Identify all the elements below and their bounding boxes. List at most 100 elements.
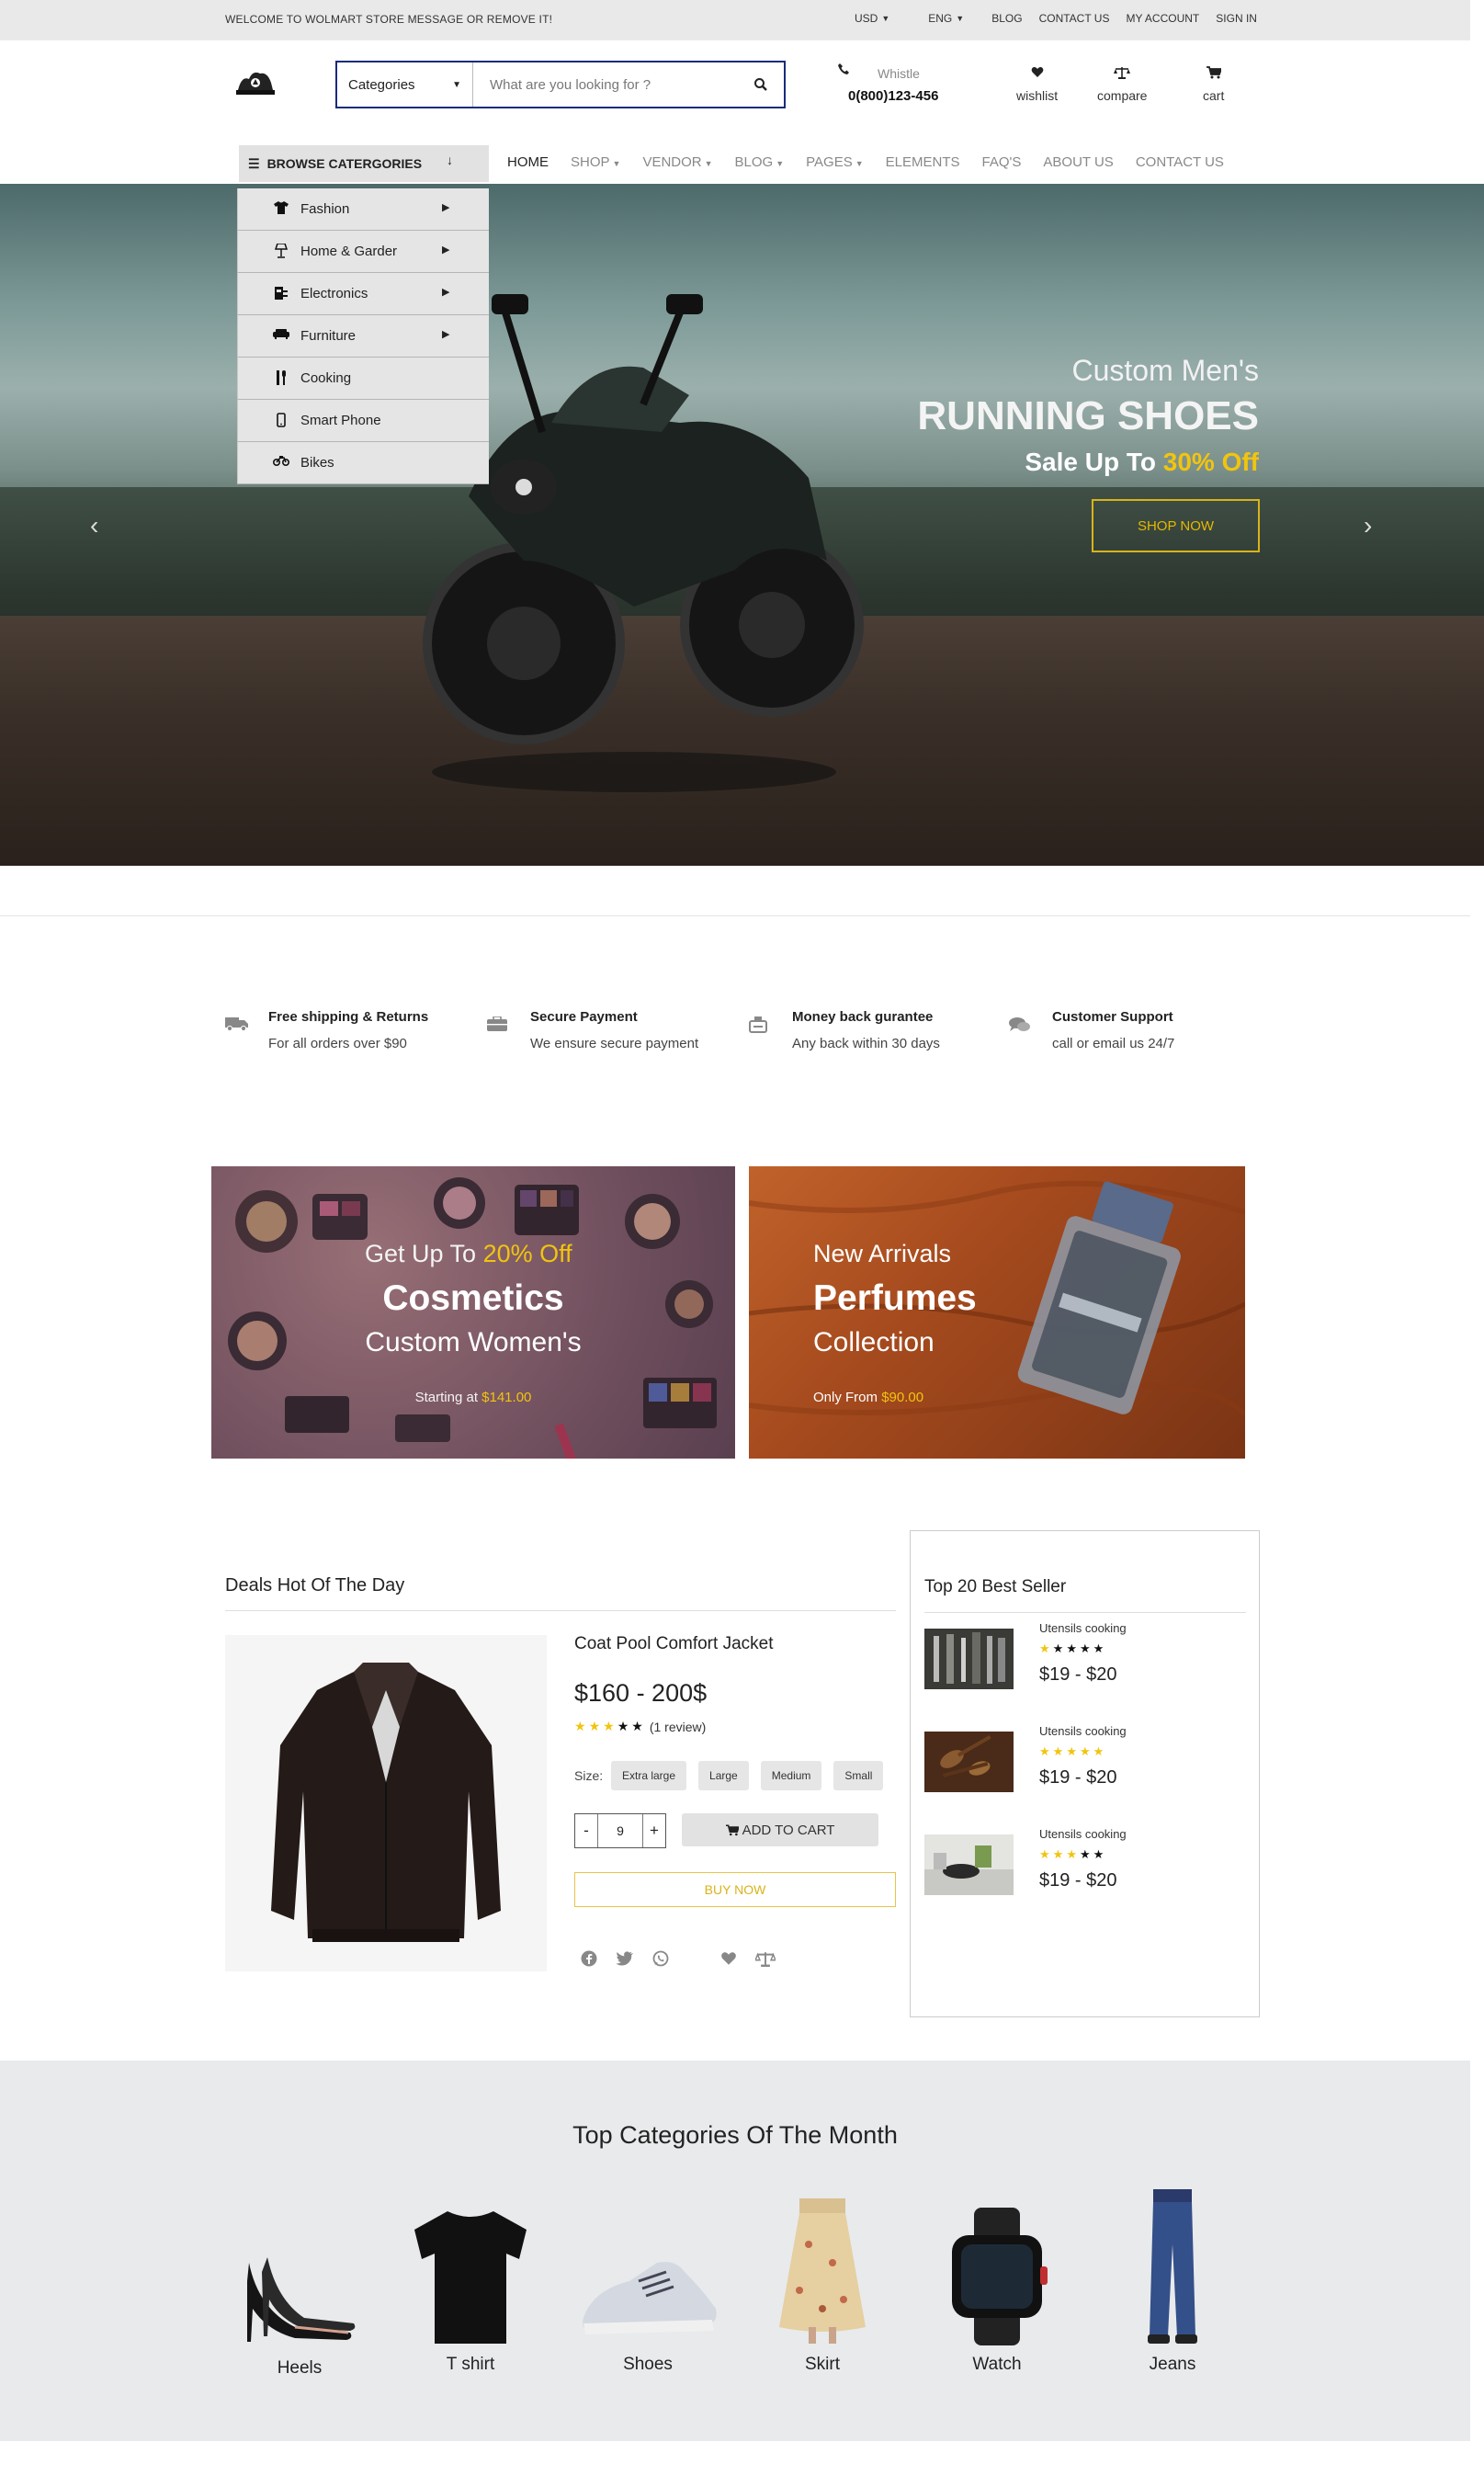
cosmetics-banner[interactable]: Get Up To 20% Off Cosmetics Custom Women…: [211, 1166, 735, 1459]
best-seller-item[interactable]: Utensils cooking ★ ★ ★ ★ ★ $19 - $20: [924, 1827, 1246, 1901]
star-icon: ★: [1093, 1641, 1105, 1655]
chevron-down-icon: ▼: [452, 79, 461, 90]
slider-next-icon[interactable]: ›: [1364, 511, 1372, 540]
nav-blog[interactable]: BLOG ▼: [735, 154, 785, 170]
top-link-contact[interactable]: CONTACT US: [1039, 12, 1110, 25]
top-category-shoes[interactable]: Shoes: [574, 2189, 721, 2375]
top-link-signin[interactable]: SIGN IN: [1216, 12, 1257, 25]
quantity-decrease-button[interactable]: -: [575, 1814, 597, 1847]
tshirt-icon: [273, 201, 289, 214]
balance-scale-icon: [1114, 67, 1131, 79]
jeans-image: [1148, 2189, 1197, 2344]
search-bar: Categories ▼: [335, 61, 786, 108]
cart-icon: [725, 1823, 739, 1835]
top-category-skirt[interactable]: Skirt: [749, 2189, 896, 2375]
wishlist-link[interactable]: wishlist: [1016, 66, 1058, 103]
contact-phone[interactable]: 0(800)123-456: [848, 88, 938, 104]
size-label: Size:: [574, 1768, 604, 1783]
top-category-jeans[interactable]: Jeans: [1099, 2189, 1246, 2375]
category-item-home-garden[interactable]: Home & Garder ▶: [237, 231, 489, 273]
nav-pages[interactable]: PAGES ▼: [806, 154, 864, 170]
heels-image: [247, 2257, 356, 2342]
wishlist-heart-icon[interactable]: [720, 1951, 737, 1966]
twitter-icon[interactable]: [616, 1951, 634, 1966]
compare-scale-icon[interactable]: [755, 1951, 776, 1967]
caret-right-icon: ▶: [442, 202, 450, 213]
star-filled-icon: ★: [1039, 1641, 1050, 1655]
review-count[interactable]: (1 review): [650, 1720, 706, 1734]
nav-home[interactable]: HOME: [507, 154, 549, 170]
size-option-large[interactable]: Large: [698, 1761, 749, 1790]
star-filled-icon: ★: [1093, 1744, 1105, 1758]
product-rating: ★ ★ ★ ★ ★ (1 review): [574, 1719, 706, 1734]
best-seller-panel: Top 20 Best Seller Utensils cooking ★ ★ ★ ★…: [910, 1530, 1260, 2017]
nav-faqs[interactable]: FAQ'S: [982, 154, 1022, 170]
caret-down-icon: ▼: [855, 159, 864, 168]
language-select[interactable]: ENG ▼: [928, 12, 964, 25]
caret-right-icon: ▶: [442, 287, 450, 298]
rating-stars: ★ ★ ★ ★ ★: [1039, 1847, 1106, 1862]
search-input[interactable]: [473, 62, 738, 107]
category-item-fashion[interactable]: Fashion ▶: [237, 188, 489, 231]
category-item-cooking[interactable]: Cooking: [237, 358, 489, 400]
top-categories-title: Top Categories Of The Month: [572, 2121, 898, 2149]
facebook-icon[interactable]: [581, 1950, 597, 1967]
category-item-bikes[interactable]: Bikes: [237, 442, 489, 484]
star-icon: ★: [631, 1719, 643, 1733]
perfumes-subtitle: Collection: [813, 1327, 935, 1357]
add-to-cart-button[interactable]: ADD TO CART: [682, 1813, 878, 1846]
slider-prev-icon[interactable]: ‹: [90, 511, 98, 540]
watch-image: [952, 2208, 1048, 2345]
category-item-smart-phone[interactable]: Smart Phone: [237, 400, 489, 442]
size-option-extra-large[interactable]: Extra large: [611, 1761, 687, 1790]
star-filled-icon: ★: [1052, 1744, 1064, 1758]
briefcase-icon: [487, 1016, 507, 1036]
star-icon: ★: [1093, 1847, 1105, 1861]
cart-link[interactable]: cart: [1203, 66, 1224, 103]
utensils-image: [924, 1732, 1014, 1792]
caret-down-icon: ▼: [956, 14, 965, 23]
top-category-tshirt[interactable]: T shirt: [397, 2189, 544, 2375]
skirt-image: [779, 2198, 866, 2344]
money-box-icon: [749, 1016, 767, 1038]
whatsapp-icon[interactable]: [652, 1950, 669, 1967]
top-link-blog[interactable]: BLOG: [991, 12, 1022, 25]
size-option-medium[interactable]: Medium: [760, 1761, 822, 1790]
size-options: Extra large Large Medium Small: [611, 1761, 895, 1790]
best-seller-item[interactable]: Utensils cooking ★ ★ ★ ★ ★ $19 - $20: [924, 1621, 1246, 1695]
nav-contact[interactable]: CONTACT US: [1136, 154, 1224, 170]
nav-elements[interactable]: ELEMENTS: [886, 154, 960, 170]
star-filled-icon: ★: [1079, 1744, 1091, 1758]
search-category-select[interactable]: Categories ▼: [337, 62, 473, 107]
share-links: [581, 1950, 794, 1967]
browse-categories-button[interactable]: ☰ BROWSE CATERGORIES ↓: [239, 145, 489, 182]
category-item-electronics[interactable]: Electronics ▶: [237, 273, 489, 315]
caret-down-icon: ▼: [881, 14, 890, 23]
top-category-heels[interactable]: Heels: [226, 2189, 373, 2379]
cosmetics-discount: Get Up To 20% Off: [365, 1240, 572, 1267]
best-seller-item[interactable]: Utensils cooking ★ ★ ★ ★ ★ $19 - $20: [924, 1724, 1246, 1798]
nav-about[interactable]: ABOUT US: [1043, 154, 1113, 170]
shop-now-button[interactable]: SHOP NOW: [1092, 499, 1260, 552]
nav-vendor[interactable]: VENDOR ▼: [642, 154, 712, 170]
nav-shop[interactable]: SHOP ▼: [571, 154, 620, 170]
category-item-furniture[interactable]: Furniture ▶: [237, 315, 489, 358]
star-filled-icon: ★: [1039, 1744, 1050, 1758]
top-category-watch[interactable]: Watch: [923, 2189, 1071, 2375]
top-link-account[interactable]: MY ACCOUNT: [1126, 12, 1199, 25]
search-button[interactable]: [738, 62, 784, 107]
quantity-value[interactable]: 9: [597, 1814, 643, 1847]
currency-select[interactable]: USD ▼: [855, 12, 889, 25]
quantity-increase-button[interactable]: +: [643, 1814, 665, 1847]
deals-title: Deals Hot Of The Day: [225, 1575, 405, 1596]
product-image[interactable]: [225, 1635, 547, 1971]
tshirt-image: [414, 2211, 527, 2344]
site-logo[interactable]: [234, 62, 277, 99]
star-icon: ★: [1079, 1641, 1091, 1655]
compare-link[interactable]: compare: [1097, 66, 1147, 103]
shoe-image: [583, 2262, 717, 2334]
perfumes-banner[interactable]: New Arrivals Perfumes Collection Only Fr…: [749, 1166, 1245, 1459]
size-option-small[interactable]: Small: [833, 1761, 884, 1790]
buy-now-button[interactable]: BUY NOW: [574, 1872, 896, 1907]
product-name[interactable]: Coat Pool Comfort Jacket: [574, 1634, 773, 1654]
